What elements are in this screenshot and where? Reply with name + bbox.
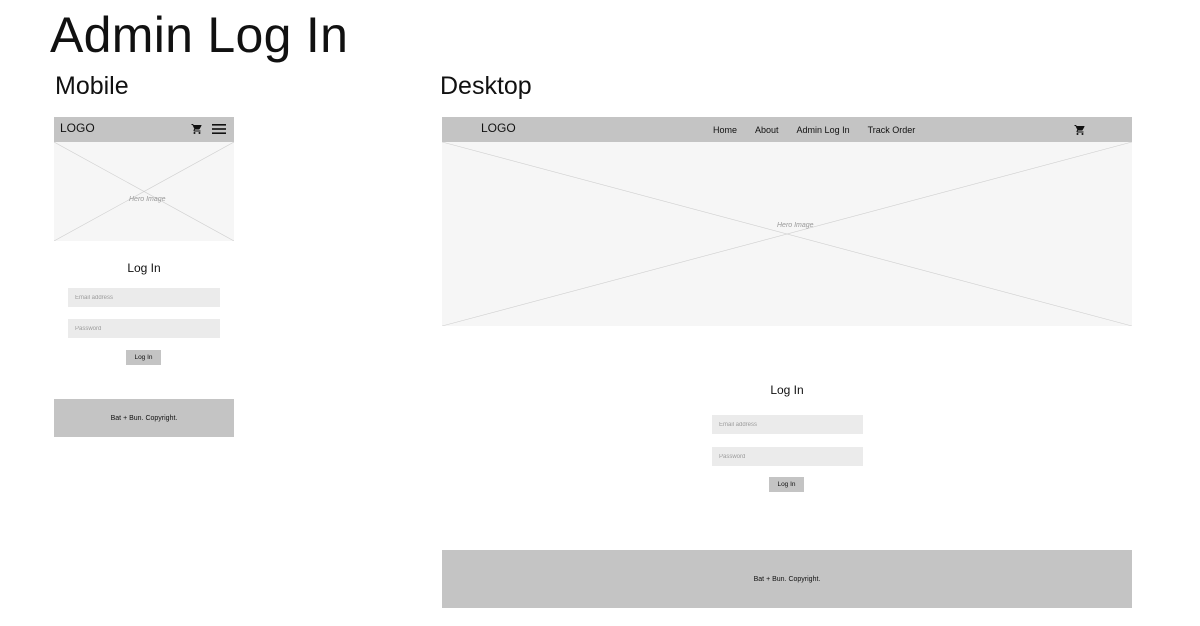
mobile-password-input[interactable] xyxy=(68,319,220,338)
desktop-password-input[interactable] xyxy=(712,447,863,466)
desktop-login-button[interactable]: Log In xyxy=(769,477,804,492)
desktop-login-title: Log In xyxy=(770,383,804,397)
page-title: Admin Log In xyxy=(50,7,349,63)
footer-copyright: Bat + Bun. Copyright. xyxy=(753,575,821,583)
desktop-wireframe: LOGO Home About Admin Log In Track Order… xyxy=(442,117,1132,608)
nav-link-admin-log-in[interactable]: Admin Log In xyxy=(797,125,850,135)
hamburger-menu-icon[interactable] xyxy=(212,123,226,135)
hero-placeholder-cross xyxy=(54,142,234,241)
mobile-logo[interactable]: LOGO xyxy=(60,121,95,135)
desktop-navbar: LOGO Home About Admin Log In Track Order xyxy=(442,117,1132,142)
footer-copyright: Bat + Bun. Copyright. xyxy=(110,414,178,422)
desktop-hero-image: Hero Image xyxy=(442,142,1132,326)
mobile-email-input[interactable] xyxy=(68,288,220,307)
nav-link-home[interactable]: Home xyxy=(713,125,737,135)
desktop-logo[interactable]: LOGO xyxy=(481,121,516,135)
mobile-footer: Bat + Bun. Copyright. xyxy=(54,399,234,437)
mobile-login-title: Log In xyxy=(127,261,161,275)
mobile-wireframe: LOGO Hero Image Log In Log In Bat + Bun.… xyxy=(54,117,234,437)
desktop-nav-links: Home About Admin Log In Track Order xyxy=(713,117,933,142)
desktop-section-title: Desktop xyxy=(440,72,532,100)
mobile-hero-image: Hero Image xyxy=(54,142,234,241)
nav-link-about[interactable]: About xyxy=(755,125,779,135)
desktop-email-input[interactable] xyxy=(712,415,863,434)
hero-label: Hero Image xyxy=(777,222,814,229)
cart-icon[interactable] xyxy=(191,123,203,135)
hero-placeholder-cross xyxy=(442,142,1132,326)
mobile-login-button[interactable]: Log In xyxy=(126,350,161,365)
hero-label: Hero Image xyxy=(129,196,166,203)
cart-icon[interactable] xyxy=(1074,124,1086,136)
nav-link-track-order[interactable]: Track Order xyxy=(868,125,916,135)
desktop-footer: Bat + Bun. Copyright. xyxy=(442,550,1132,608)
mobile-section-title: Mobile xyxy=(55,72,129,100)
mobile-navbar: LOGO xyxy=(54,117,234,142)
